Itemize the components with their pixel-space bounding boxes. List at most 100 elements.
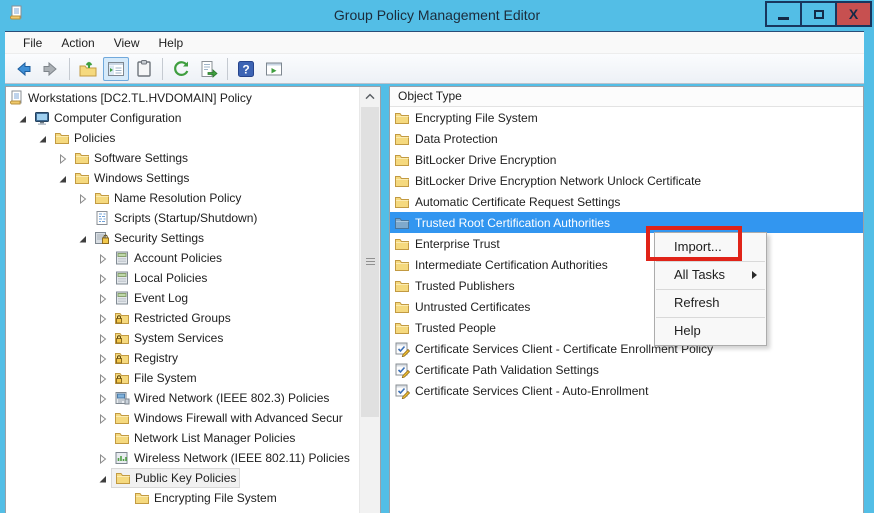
folder-icon: [134, 490, 150, 506]
column-header-object-type[interactable]: Object Type: [390, 87, 863, 107]
tree-item-restricted-groups[interactable]: Restricted Groups: [6, 308, 358, 328]
list-item-bitlocker-drive-encryption-network-unlock-certificate[interactable]: BitLocker Drive Encryption Network Unloc…: [390, 170, 863, 191]
expander-collapsed-icon[interactable]: [98, 253, 108, 263]
toolbar-separator: [227, 58, 228, 80]
expander-collapsed-icon[interactable]: [98, 373, 108, 383]
expander-collapsed-icon[interactable]: [98, 293, 108, 303]
tree-item-wireless-network-ieee-802-11-policies[interactable]: Wireless Network (IEEE 802.11) Policies: [6, 448, 358, 468]
help-button[interactable]: ?: [233, 57, 259, 81]
scrollbar-grip-icon: [366, 258, 375, 266]
tree-item-workstations-dc2-tl-hvdomain-policy[interactable]: Workstations [DC2.TL.HVDOMAIN] Policy: [6, 88, 358, 108]
minimize-button[interactable]: [765, 1, 802, 27]
tree-item-label: Scripts (Startup/Shutdown): [114, 208, 257, 228]
list-item-enterprise-trust[interactable]: Enterprise Trust: [390, 233, 863, 254]
up-one-level-button[interactable]: [75, 57, 101, 81]
list-item-encrypting-file-system[interactable]: Encrypting File System: [390, 107, 863, 128]
expander-expanded-icon[interactable]: [98, 473, 108, 483]
tree-item-wired-network-ieee-802-3-policies[interactable]: Wired Network (IEEE 802.3) Policies: [6, 388, 358, 408]
menu-file[interactable]: File: [15, 33, 50, 53]
folder-icon: [115, 470, 131, 486]
list-item-certificate-services-client-auto-enrollment[interactable]: Certificate Services Client - Auto-Enrol…: [390, 380, 863, 401]
expander-expanded-icon[interactable]: [78, 233, 88, 243]
tree-item-label-group: Account Policies: [111, 248, 225, 268]
expander-collapsed-icon[interactable]: [58, 153, 68, 163]
tree-item-local-policies[interactable]: Local Policies: [6, 268, 358, 288]
window-controls: X: [767, 1, 872, 27]
new-window-button[interactable]: [261, 57, 287, 81]
folder-icon: [394, 131, 410, 147]
tree-item-software-settings[interactable]: Software Settings: [6, 148, 358, 168]
tree-item-scripts-startup-shutdown[interactable]: Scripts (Startup/Shutdown): [6, 208, 358, 228]
list-item-bitlocker-drive-encryption[interactable]: BitLocker Drive Encryption: [390, 149, 863, 170]
folder-lock-icon: [114, 310, 130, 326]
forward-button[interactable]: [38, 57, 64, 81]
window-title: Group Policy Management Editor: [0, 0, 874, 30]
tree-scrollbar[interactable]: [359, 87, 380, 513]
title-bar: Group Policy Management Editor X: [0, 0, 874, 31]
list-item-untrusted-certificates[interactable]: Untrusted Certificates: [390, 296, 863, 317]
tree-item-data-protection[interactable]: Data Protection: [6, 508, 358, 513]
tree-item-label: Restricted Groups: [134, 308, 231, 328]
tree-item-registry[interactable]: Registry: [6, 348, 358, 368]
context-menu-item-help[interactable]: Help: [655, 317, 766, 345]
tree-item-public-key-policies[interactable]: Public Key Policies: [6, 468, 358, 488]
expander-expanded-icon[interactable]: [38, 133, 48, 143]
refresh-button[interactable]: [168, 57, 194, 81]
tree-item-label: Windows Firewall with Advanced Secur: [134, 408, 343, 428]
list-item-trusted-root-certification-authorities[interactable]: Trusted Root Certification Authorities: [390, 212, 863, 233]
show-console-tree-button[interactable]: [103, 57, 129, 81]
list-item-trusted-publishers[interactable]: Trusted Publishers: [390, 275, 863, 296]
expander-collapsed-icon[interactable]: [98, 413, 108, 423]
expander-collapsed-icon[interactable]: [98, 453, 108, 463]
tree-item-windows-settings[interactable]: Windows Settings: [6, 168, 358, 188]
context-menu-item-refresh[interactable]: Refresh: [655, 289, 766, 317]
tree-item-encrypting-file-system[interactable]: Encrypting File System: [6, 488, 358, 508]
tree-item-label: Name Resolution Policy: [114, 188, 241, 208]
tree-item-windows-firewall-with-advanced-secur[interactable]: Windows Firewall with Advanced Secur: [6, 408, 358, 428]
menu-help[interactable]: Help: [151, 33, 192, 53]
svg-text:?: ?: [242, 62, 249, 76]
list-item-certificate-services-client-certificate-enrollment-policy[interactable]: Certificate Services Client - Certificat…: [390, 338, 863, 359]
list-item-automatic-certificate-request-settings[interactable]: Automatic Certificate Request Settings: [390, 191, 863, 212]
tree-item-name-resolution-policy[interactable]: Name Resolution Policy: [6, 188, 358, 208]
expander-collapsed-icon[interactable]: [78, 193, 88, 203]
tree-item-security-settings[interactable]: Security Settings: [6, 228, 358, 248]
expander-collapsed-icon[interactable]: [98, 313, 108, 323]
folder-icon: [394, 236, 410, 252]
close-icon: X: [849, 7, 858, 21]
scrollbar-thumb[interactable]: [361, 107, 379, 417]
expander-collapsed-icon[interactable]: [98, 333, 108, 343]
menu-view[interactable]: View: [106, 33, 148, 53]
maximize-button[interactable]: [800, 1, 837, 27]
expander-collapsed-icon[interactable]: [98, 273, 108, 283]
tree-item-event-log[interactable]: Event Log: [6, 288, 358, 308]
tree-item-account-policies[interactable]: Account Policies: [6, 248, 358, 268]
tree-item-label-group: System Services: [111, 328, 226, 348]
expander-expanded-icon[interactable]: [18, 113, 28, 123]
folder-icon: [74, 150, 90, 166]
tree-item-label-group: Wireless Network (IEEE 802.11) Policies: [111, 448, 353, 468]
export-list-button[interactable]: [196, 57, 222, 81]
menu-action[interactable]: Action: [53, 33, 102, 53]
tree-item-label: Workstations [DC2.TL.HVDOMAIN] Policy: [28, 88, 252, 108]
close-button[interactable]: X: [835, 1, 872, 27]
console-tree-pane: Workstations [DC2.TL.HVDOMAIN] PolicyCom…: [5, 86, 381, 513]
list-item-intermediate-certification-authorities[interactable]: Intermediate Certification Authorities: [390, 254, 863, 275]
tree-item-network-list-manager-policies[interactable]: Network List Manager Policies: [6, 428, 358, 448]
tree-item-file-system[interactable]: File System: [6, 368, 358, 388]
tree-item-computer-configuration[interactable]: Computer Configuration: [6, 108, 358, 128]
tree-item-label-group: Registry: [111, 348, 181, 368]
expander-collapsed-icon[interactable]: [98, 353, 108, 363]
gpo-scroll-icon: [8, 90, 24, 106]
context-menu-item-all-tasks[interactable]: All Tasks: [655, 261, 766, 289]
expander-expanded-icon[interactable]: [58, 173, 68, 183]
tree-item-system-services[interactable]: System Services: [6, 328, 358, 348]
list-item-certificate-path-validation-settings[interactable]: Certificate Path Validation Settings: [390, 359, 863, 380]
list-item-data-protection[interactable]: Data Protection: [390, 128, 863, 149]
back-button[interactable]: [10, 57, 36, 81]
clipboard-button[interactable]: [131, 57, 157, 81]
tree-item-label-group: Local Policies: [111, 268, 210, 288]
list-item-trusted-people[interactable]: Trusted People: [390, 317, 863, 338]
tree-item-policies[interactable]: Policies: [6, 128, 358, 148]
expander-collapsed-icon[interactable]: [98, 393, 108, 403]
